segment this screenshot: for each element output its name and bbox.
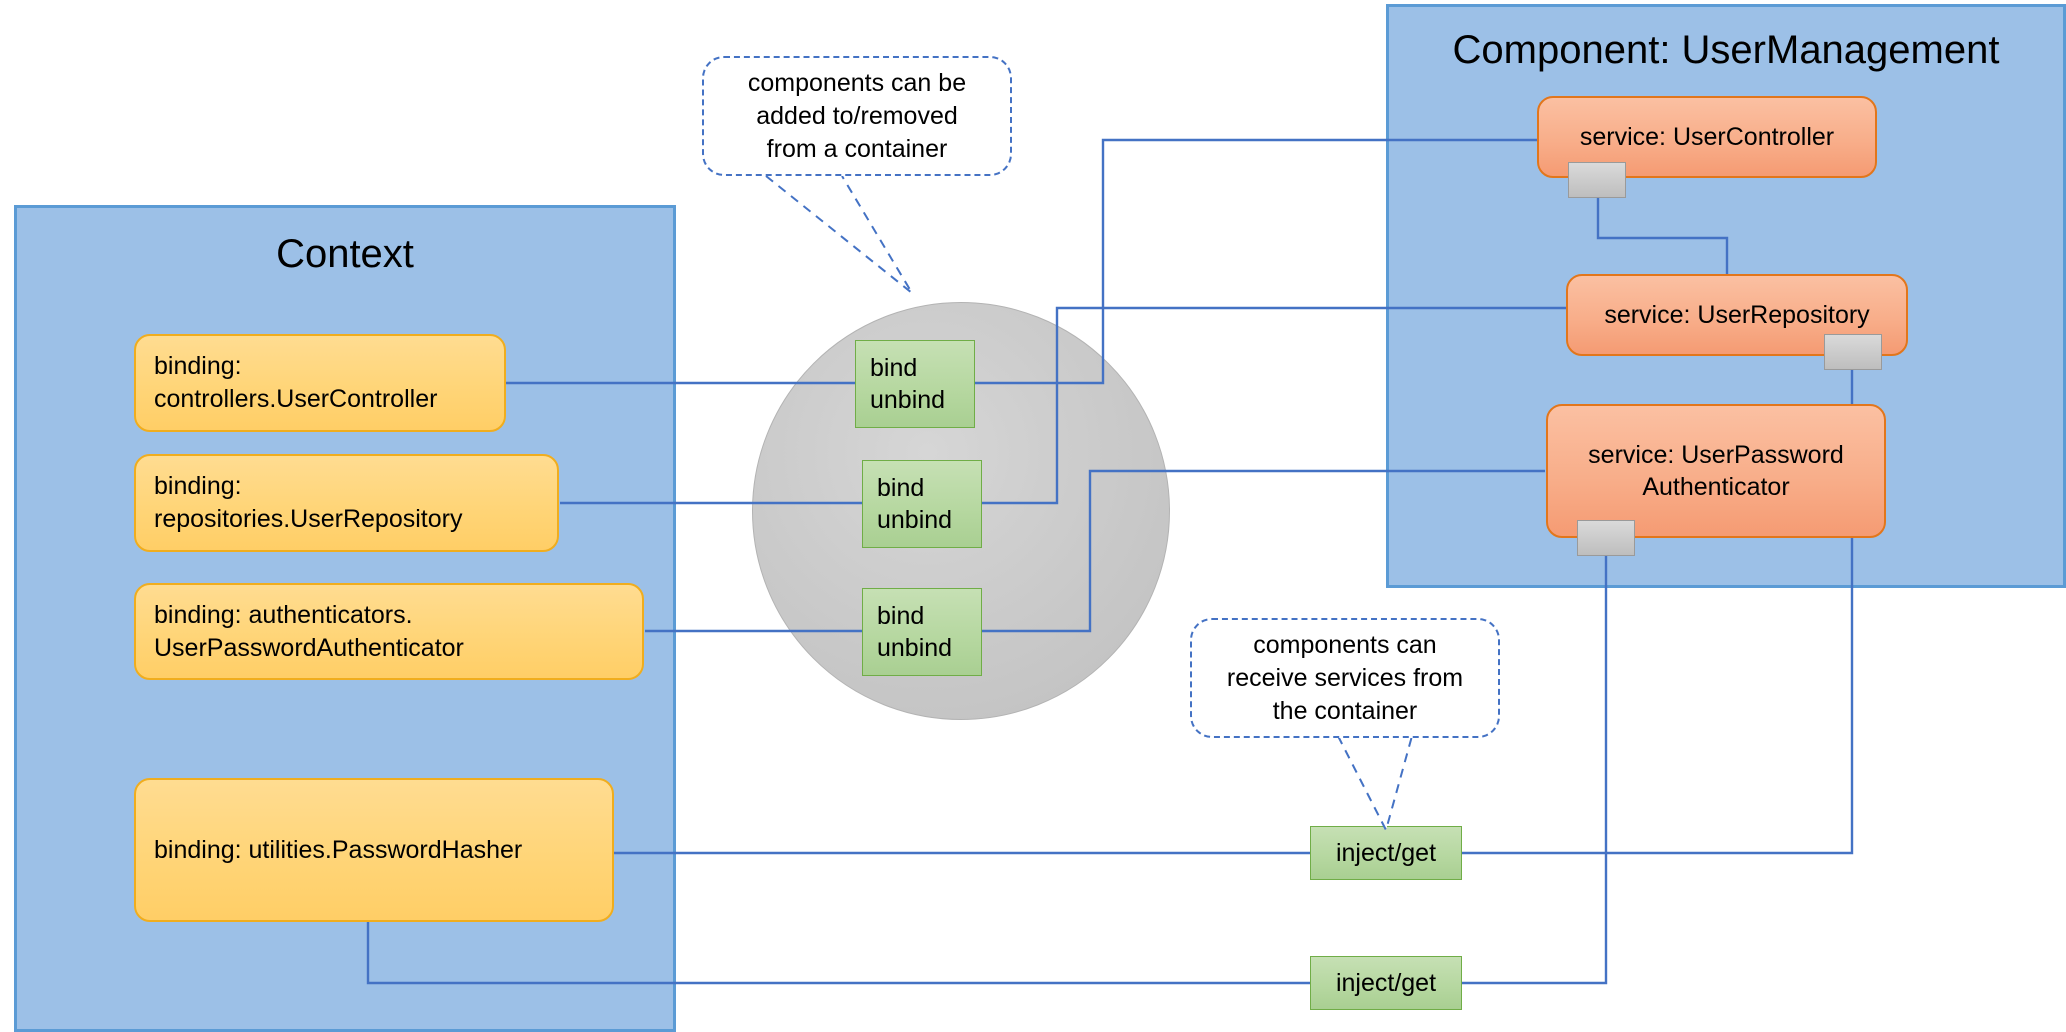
binding-card-password-hasher[interactable]: binding: utilities.PasswordHasher (134, 778, 614, 922)
callout-box-2: components can receive services from the… (1190, 618, 1500, 738)
binding-line-1: binding: authenticators. (154, 600, 413, 629)
bind-unbind-box-1[interactable]: bind unbind (855, 340, 975, 428)
callout-line-3: from a container (766, 134, 948, 163)
component-zone-title: Component: UserManagement (1452, 28, 2000, 72)
bind-label: bind (877, 601, 925, 630)
callout-line-3: the container (1272, 696, 1418, 725)
service-port-user-password-authenticator[interactable] (1577, 520, 1635, 556)
binding-line-1: binding: (154, 472, 242, 500)
service-port-user-controller[interactable] (1568, 162, 1626, 198)
unbind-label: unbind (877, 634, 953, 662)
callout-line-2: receive services from (1226, 663, 1464, 692)
inject-get-box-2[interactable]: inject/get (1310, 956, 1462, 1010)
callout-add-remove: components can be added to/removed from … (702, 56, 1012, 316)
bind-label: bind (877, 473, 925, 502)
service-label-line-1: service: UserPassword (1588, 440, 1844, 469)
service-label: service: UserController (1579, 122, 1835, 151)
service-label-line-2: Authenticator (1642, 473, 1790, 501)
inject-get-label: inject/get (1335, 968, 1437, 997)
callout-receive-services: components can receive services from the… (1190, 618, 1500, 838)
diagram-canvas: Context Component: UserManagement bindin… (0, 0, 2066, 1032)
bind-unbind-box-3[interactable]: bind unbind (862, 588, 982, 676)
binding-line-1: binding: (154, 352, 242, 380)
callout-line-2: added to/removed (756, 101, 958, 130)
binding-card-user-controller[interactable]: binding: controllers.UserController (134, 334, 506, 432)
binding-line-2: controllers.UserController (154, 385, 438, 413)
context-zone-title: Context (276, 232, 414, 276)
service-card-user-password-authenticator[interactable]: service: UserPassword Authenticator (1546, 404, 1886, 538)
binding-line-1: binding: utilities.PasswordHasher (154, 835, 523, 864)
service-port-user-repository[interactable] (1824, 334, 1882, 370)
inject-get-label: inject/get (1335, 838, 1437, 867)
callout-line-1: components can (1253, 630, 1437, 659)
unbind-label: unbind (877, 506, 953, 534)
service-label: service: UserRepository (1604, 300, 1870, 329)
binding-card-user-password-authenticator[interactable]: binding: authenticators. UserPasswordAut… (134, 583, 644, 680)
callout-box-1: components can be added to/removed from … (702, 56, 1012, 176)
binding-line-2: repositories.UserRepository (154, 505, 463, 533)
bind-label: bind (870, 353, 918, 382)
bind-unbind-box-2[interactable]: bind unbind (862, 460, 982, 548)
unbind-label: unbind (870, 386, 946, 414)
binding-card-user-repository[interactable]: binding: repositories.UserRepository (134, 454, 559, 552)
binding-line-2: UserPasswordAuthenticator (154, 633, 464, 662)
callout-line-1: components can be (747, 68, 967, 97)
